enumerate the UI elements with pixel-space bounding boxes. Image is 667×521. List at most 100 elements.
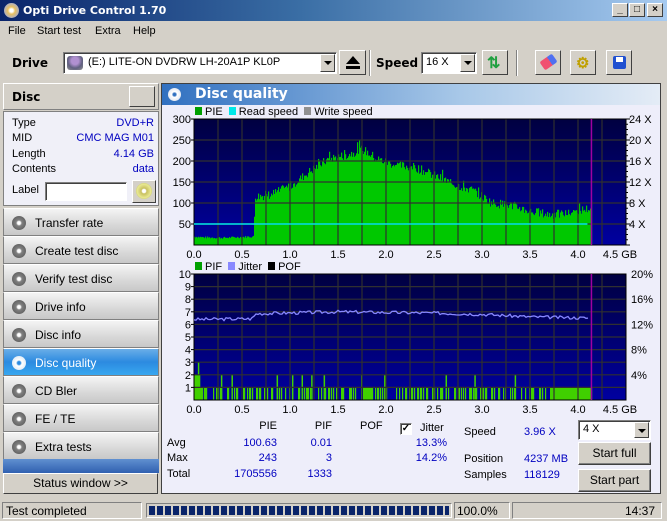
pif-bar — [503, 387, 505, 400]
disc-icon — [12, 356, 26, 370]
nav-item-disc-info[interactable]: Disc info — [3, 320, 159, 348]
position-value: 4237 MB — [524, 453, 569, 465]
jitter-checkbox[interactable]: ✓ — [400, 423, 412, 435]
stat-max-pif: 3 — [325, 452, 332, 464]
pif-bar — [421, 387, 423, 400]
label-disc-button[interactable] — [132, 180, 156, 203]
pif-bar — [375, 387, 377, 400]
x-tick-label: 4.5 GB — [603, 404, 637, 414]
chevron-down-icon[interactable] — [320, 54, 335, 72]
x-tick-label: 3.5 — [522, 404, 537, 414]
pif-bar — [380, 387, 382, 400]
pif-bar — [206, 387, 208, 400]
stat-total-label: Total — [167, 468, 191, 480]
menu-help[interactable]: Help — [133, 25, 156, 37]
pif-bar — [279, 387, 281, 400]
y2-tick-label: 4 X — [629, 219, 646, 231]
pif-bar — [202, 387, 204, 400]
menu-start-test[interactable]: Start test — [37, 25, 81, 37]
pif-bar — [510, 387, 512, 400]
y-tick-label: 100 — [173, 198, 191, 210]
start-part-button[interactable]: Start part — [578, 469, 651, 492]
label-input[interactable] — [45, 182, 127, 201]
settings-button[interactable]: ⚙ — [570, 50, 596, 75]
disc-icon — [12, 300, 26, 314]
pif-bar — [257, 387, 259, 400]
status-window-button[interactable]: Status window >> — [3, 473, 158, 494]
stat-max-pie: 243 — [258, 452, 277, 464]
eject-button[interactable] — [339, 50, 366, 75]
progress-fill — [149, 506, 449, 515]
chevron-down-icon[interactable] — [634, 422, 649, 438]
y-tick-label: 6 — [185, 319, 191, 331]
nav-item-cd-bler[interactable]: CD Bler — [3, 376, 159, 404]
progress-bar — [146, 503, 452, 518]
y-tick-label: 9 — [185, 282, 191, 294]
menu-extra[interactable]: Extra — [95, 25, 121, 37]
save-button[interactable] — [606, 50, 632, 75]
maximize-button[interactable]: □ — [629, 3, 645, 17]
nav-item-verify-test-disc[interactable]: Verify test disc — [3, 264, 159, 292]
samples-label: Samples — [464, 469, 507, 481]
x-tick-label: 0.0 — [186, 249, 201, 261]
disc-header-button[interactable] — [129, 86, 155, 107]
nav-item-drive-info[interactable]: Drive info — [3, 292, 159, 320]
pif-bar — [250, 387, 252, 400]
refresh-button[interactable]: ⇅ — [482, 50, 508, 75]
y-tick-label: 7 — [185, 307, 191, 319]
close-button[interactable]: × — [647, 3, 663, 17]
disc-quality-icon — [168, 88, 181, 101]
y2-tick-label: 12% — [631, 319, 653, 331]
pif-bar — [396, 387, 398, 400]
y2-tick-label: 20 X — [629, 135, 652, 147]
pif-bar — [264, 387, 266, 400]
chevron-down-icon[interactable] — [460, 54, 475, 72]
eraser-icon — [539, 53, 558, 71]
menu-file[interactable]: File — [8, 25, 26, 37]
pif-bar — [533, 387, 535, 400]
y2-tick-label: 24 X — [629, 114, 652, 126]
start-full-button[interactable]: Start full — [578, 442, 651, 465]
disc-icon — [12, 272, 26, 286]
y-tick-label: 50 — [179, 219, 191, 231]
y-tick-label: 2 — [185, 370, 191, 382]
x-tick-label: 0.5 — [234, 249, 249, 261]
nav-item-transfer-rate[interactable]: Transfer rate — [3, 208, 159, 236]
nav-item-create-test-disc[interactable]: Create test disc — [3, 236, 159, 264]
pif-bar — [336, 387, 338, 400]
y-tick-label: 3 — [185, 357, 191, 369]
x-tick-label: 4.0 — [570, 404, 585, 414]
stat-avg-label: Avg — [167, 437, 186, 449]
pif-bar — [399, 387, 401, 400]
nav-item-fe-te[interactable]: FE / TE — [3, 404, 159, 432]
menu-bar: File Start test Extra Help — [0, 21, 667, 41]
y2-tick-label: 8 X — [629, 198, 646, 210]
speed-select[interactable]: 16 X — [421, 52, 477, 74]
pif-bar — [545, 387, 547, 400]
progress-percent: 100.0% — [454, 502, 510, 519]
samples-value: 118129 — [524, 469, 560, 481]
test-speed-select[interactable]: 4 X — [578, 420, 651, 440]
stat-header-jitter: Jitter — [420, 422, 444, 434]
x-tick-label: 3.0 — [474, 249, 489, 261]
window-title: Opti Drive Control 1.70 — [23, 4, 167, 17]
pif-bar — [308, 387, 310, 400]
pif-bar — [525, 387, 527, 400]
y-tick-label: 250 — [173, 135, 191, 147]
minimize-button[interactable]: _ — [612, 3, 628, 17]
pif-bar — [471, 387, 473, 400]
erase-button[interactable] — [535, 50, 561, 75]
stat-avg-pif: 0.01 — [310, 437, 332, 449]
pif-bar — [406, 387, 408, 400]
disc-info-panel: Type DVD+R MID CMC MAG M01 Length 4.14 GB C… — [3, 111, 159, 206]
nav-item-extra-tests[interactable]: Extra tests — [3, 432, 159, 460]
y-tick-label: 1 — [185, 382, 191, 394]
x-tick-label: 2.0 — [378, 249, 393, 261]
pif-bar — [237, 387, 239, 400]
nav-item-disc-quality[interactable]: Disc quality — [3, 348, 159, 376]
refresh-icon: ⇅ — [487, 55, 501, 72]
x-tick-label: 4.0 — [570, 249, 585, 261]
x-tick-label: 2.5 — [426, 249, 441, 261]
pif-bar — [343, 387, 345, 400]
drive-select[interactable]: (E:) LITE-ON DVDRW LH-20A1P KL0P — [63, 52, 337, 74]
